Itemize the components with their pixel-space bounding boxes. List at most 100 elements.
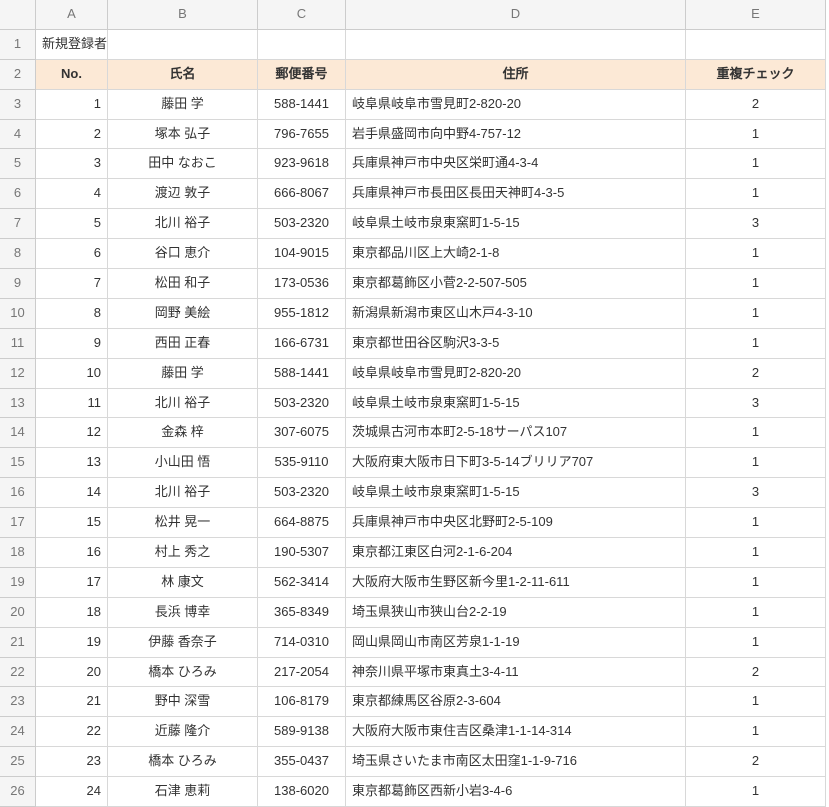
cell-address[interactable]: 東京都練馬区谷原2-3-604 [346,687,686,717]
cell-postal[interactable]: 138-6020 [258,777,346,807]
row-header-13[interactable]: 13 [0,389,36,419]
row-header-5[interactable]: 5 [0,149,36,179]
cell-dup[interactable]: 2 [686,747,826,777]
cell-dup[interactable]: 2 [686,90,826,120]
cell-dup[interactable]: 1 [686,149,826,179]
cell-dup[interactable]: 1 [686,418,826,448]
cell-postal[interactable]: 503-2320 [258,389,346,419]
cell-address[interactable]: 新潟県新潟市東区山木戸4-3-10 [346,299,686,329]
cell-postal[interactable]: 173-0536 [258,269,346,299]
cell-dup[interactable]: 1 [686,239,826,269]
cell-dup[interactable]: 1 [686,598,826,628]
cell-name[interactable]: 松井 晃一 [108,508,258,538]
cell-no[interactable]: 12 [36,418,108,448]
cell-name[interactable]: 伊藤 香奈子 [108,628,258,658]
row-header-24[interactable]: 24 [0,717,36,747]
cell-no[interactable]: 16 [36,538,108,568]
row-header-6[interactable]: 6 [0,179,36,209]
cell-no[interactable]: 17 [36,568,108,598]
cell-address[interactable]: 東京都葛飾区西新小岩3-4-6 [346,777,686,807]
cell-no[interactable]: 23 [36,747,108,777]
cell-name[interactable]: 塚本 弘子 [108,120,258,150]
cell-no[interactable]: 19 [36,628,108,658]
cell-dup[interactable]: 1 [686,329,826,359]
cell-name[interactable]: 北川 裕子 [108,209,258,239]
cell-postal[interactable]: 714-0310 [258,628,346,658]
cell-postal[interactable]: 166-6731 [258,329,346,359]
cell-address[interactable]: 岐阜県土岐市泉東窯町1-5-15 [346,478,686,508]
row-header-16[interactable]: 16 [0,478,36,508]
row-header-20[interactable]: 20 [0,598,36,628]
cell-no[interactable]: 10 [36,359,108,389]
cell-dup[interactable]: 1 [686,508,826,538]
cell-no[interactable]: 1 [36,90,108,120]
cell-address[interactable]: 岡山県岡山市南区芳泉1-1-19 [346,628,686,658]
row-header-17[interactable]: 17 [0,508,36,538]
cell-postal[interactable]: 666-8067 [258,179,346,209]
cell-postal[interactable]: 217-2054 [258,658,346,688]
cell-postal[interactable]: 355-0437 [258,747,346,777]
cell-postal[interactable]: 588-1441 [258,90,346,120]
column-header-D[interactable]: D [346,0,686,30]
cell-name[interactable]: 岡野 美絵 [108,299,258,329]
row-header-3[interactable]: 3 [0,90,36,120]
row-header-22[interactable]: 22 [0,658,36,688]
cell-dup[interactable]: 1 [686,448,826,478]
cell-address[interactable]: 大阪府東大阪市日下町3-5-14ブリリア707 [346,448,686,478]
cell-dup[interactable]: 1 [686,299,826,329]
cell-name[interactable]: 長浜 博幸 [108,598,258,628]
header-postal[interactable]: 郵便番号 [258,60,346,90]
cell-postal[interactable]: 190-5307 [258,538,346,568]
cell-no[interactable]: 7 [36,269,108,299]
cell-address[interactable]: 大阪府大阪市生野区新今里1-2-11-611 [346,568,686,598]
cell-address[interactable]: 茨城県古河市本町2-5-18サーパス107 [346,418,686,448]
empty-cell[interactable] [108,30,258,60]
cell-dup[interactable]: 1 [686,568,826,598]
column-header-B[interactable]: B [108,0,258,30]
cell-name[interactable]: 藤田 学 [108,359,258,389]
cell-address[interactable]: 大阪府大阪市東住吉区桑津1-1-14-314 [346,717,686,747]
row-header-7[interactable]: 7 [0,209,36,239]
cell-address[interactable]: 兵庫県神戸市中央区栄町通4-3-4 [346,149,686,179]
cell-name[interactable]: 松田 和子 [108,269,258,299]
cell-postal[interactable]: 106-8179 [258,687,346,717]
row-header-4[interactable]: 4 [0,120,36,150]
cell-postal[interactable]: 955-1812 [258,299,346,329]
header-dup[interactable]: 重複チェック [686,60,826,90]
cell-address[interactable]: 埼玉県狭山市狭山台2-2-19 [346,598,686,628]
column-header-E[interactable]: E [686,0,826,30]
header-address[interactable]: 住所 [346,60,686,90]
cell-dup[interactable]: 1 [686,777,826,807]
cell-no[interactable]: 6 [36,239,108,269]
cell-dup[interactable]: 2 [686,359,826,389]
cell-postal[interactable]: 589-9138 [258,717,346,747]
cell-name[interactable]: 渡辺 敦子 [108,179,258,209]
row-header-26[interactable]: 26 [0,777,36,807]
cell-postal[interactable]: 503-2320 [258,209,346,239]
cell-no[interactable]: 3 [36,149,108,179]
cell-postal[interactable]: 365-8349 [258,598,346,628]
cell-postal[interactable]: 535-9110 [258,448,346,478]
row-header-9[interactable]: 9 [0,269,36,299]
cell-address[interactable]: 岐阜県土岐市泉東窯町1-5-15 [346,209,686,239]
cell-address[interactable]: 岐阜県土岐市泉東窯町1-5-15 [346,389,686,419]
cell-no[interactable]: 15 [36,508,108,538]
cell-postal[interactable]: 307-6075 [258,418,346,448]
cell-address[interactable]: 岐阜県岐阜市雪見町2-820-20 [346,90,686,120]
cell-address[interactable]: 東京都江東区白河2-1-6-204 [346,538,686,568]
cell-address[interactable]: 岐阜県岐阜市雪見町2-820-20 [346,359,686,389]
cell-no[interactable]: 14 [36,478,108,508]
cell-dup[interactable]: 1 [686,687,826,717]
cell-dup[interactable]: 3 [686,209,826,239]
cell-name[interactable]: 北川 裕子 [108,478,258,508]
cell-name[interactable]: 橋本 ひろみ [108,658,258,688]
empty-cell[interactable] [346,30,686,60]
cell-dup[interactable]: 1 [686,628,826,658]
cell-postal[interactable]: 588-1441 [258,359,346,389]
cell-dup[interactable]: 3 [686,389,826,419]
row-header-12[interactable]: 12 [0,359,36,389]
cell-name[interactable]: 林 康文 [108,568,258,598]
cell-address[interactable]: 埼玉県さいたま市南区太田窪1-1-9-716 [346,747,686,777]
row-header-8[interactable]: 8 [0,239,36,269]
row-header-2[interactable]: 2 [0,60,36,90]
